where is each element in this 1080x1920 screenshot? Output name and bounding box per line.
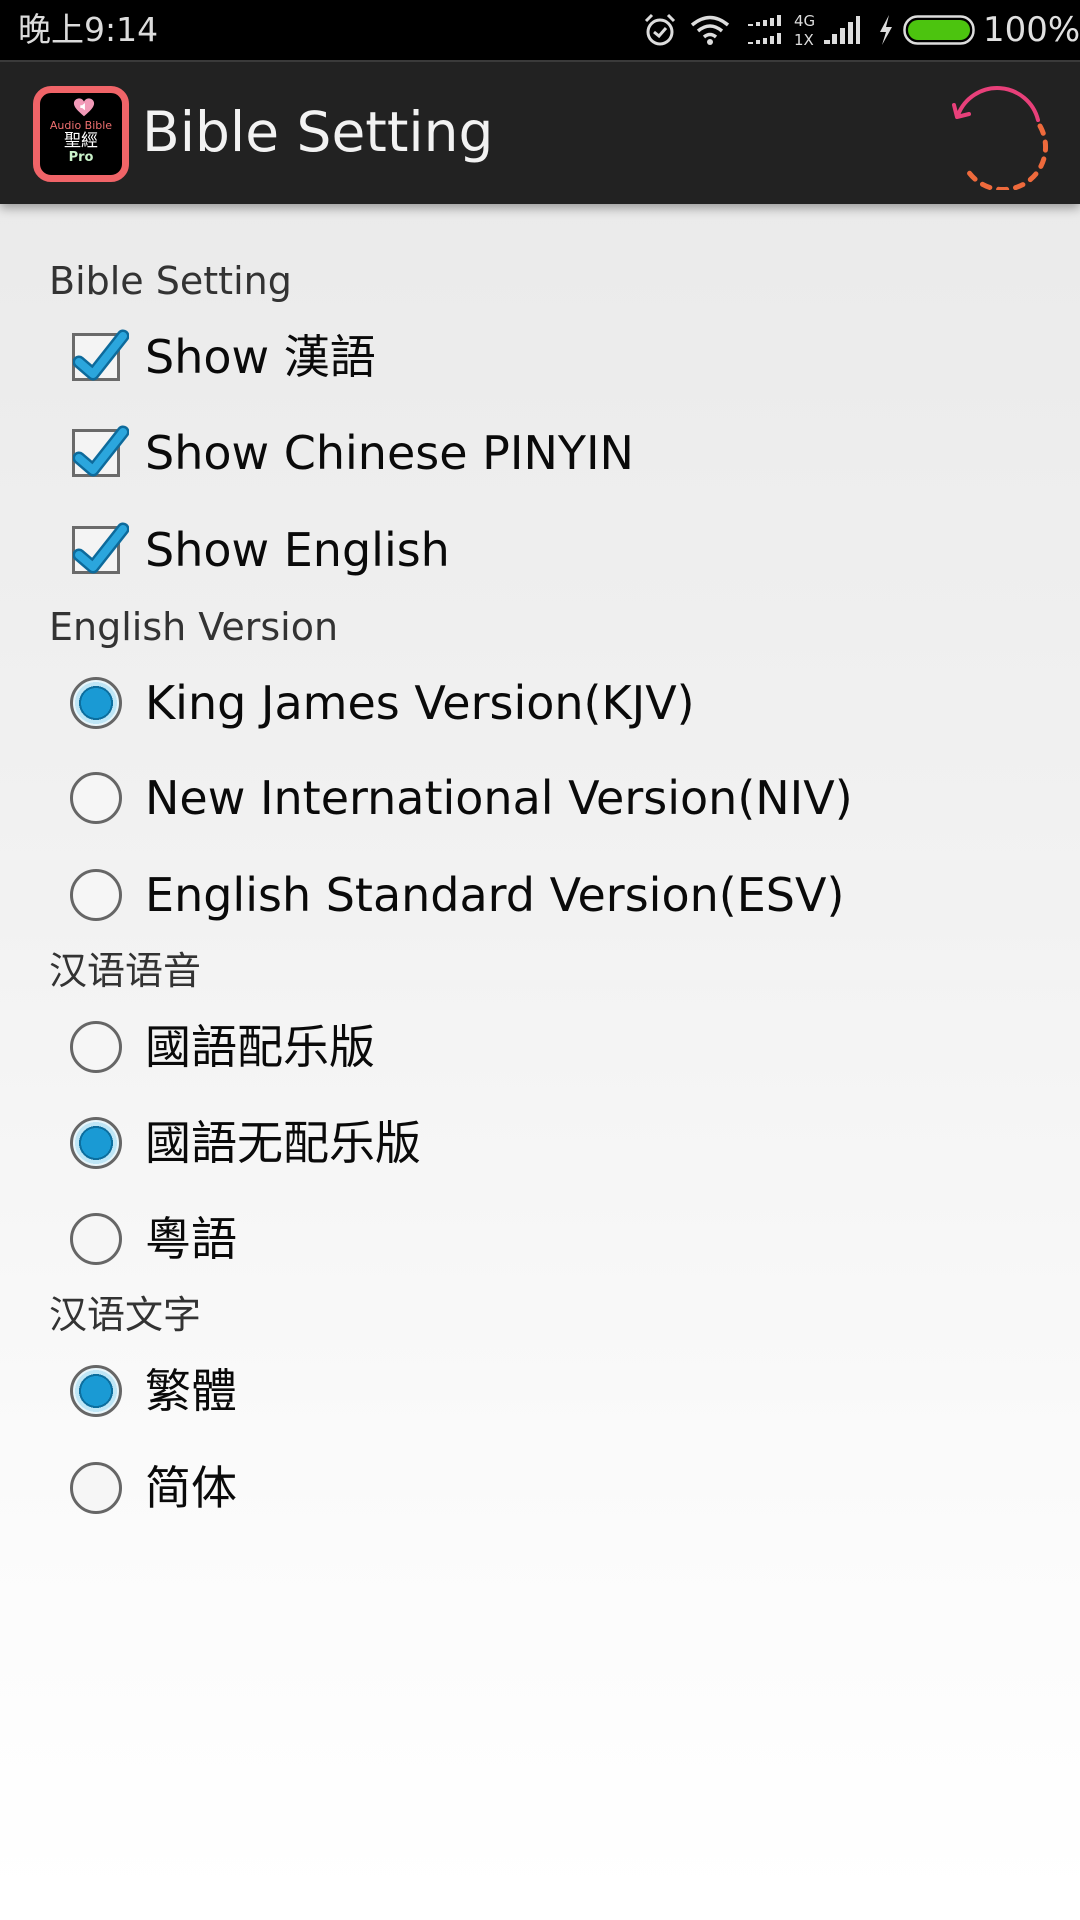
network-type-bottom: 1X bbox=[794, 31, 814, 49]
radio-button-selected[interactable] bbox=[70, 1365, 122, 1417]
radio-kjv[interactable]: King James Version(KJV) bbox=[60, 663, 960, 743]
refresh-icon bbox=[952, 86, 1049, 192]
checkbox-show-pinyin[interactable]: Show Chinese PINYIN bbox=[60, 413, 960, 493]
radio-esv[interactable]: English Standard Version(ESV) bbox=[60, 855, 960, 935]
radio-label: King James Version(KJV) bbox=[145, 676, 695, 730]
app-icon-text-pro: Pro bbox=[68, 150, 94, 165]
radio-button-selected[interactable] bbox=[70, 677, 122, 729]
radio-label: 國語无配乐版 bbox=[145, 1116, 421, 1170]
radio-cantonese[interactable]: 粵語 bbox=[60, 1199, 960, 1279]
refresh-button[interactable] bbox=[940, 80, 1050, 192]
section-label-chinese-audio: 汉语语音 bbox=[49, 949, 202, 993]
status-time: 晚上9:14 bbox=[18, 10, 159, 49]
action-bar: Audio Bible 聖經 Pro Bible Setting bbox=[0, 60, 1080, 204]
checkbox-box[interactable] bbox=[72, 425, 129, 477]
alarm-icon bbox=[644, 13, 676, 46]
radio-simplified[interactable]: 简体 bbox=[60, 1448, 960, 1528]
radio-mandarin-no-music[interactable]: 國語无配乐版 bbox=[60, 1103, 960, 1183]
section-label-english-version: English Version bbox=[49, 605, 339, 649]
checkbox-label: Show English bbox=[145, 523, 450, 577]
page-title: Bible Setting bbox=[142, 100, 494, 164]
checkbox-box[interactable] bbox=[72, 522, 129, 574]
checkmark-icon bbox=[73, 329, 129, 381]
radio-button-selected[interactable] bbox=[70, 1117, 122, 1169]
radio-button[interactable] bbox=[70, 1021, 122, 1073]
radio-button[interactable] bbox=[70, 1213, 122, 1265]
network-type-top: 4G bbox=[794, 12, 816, 30]
radio-label: 简体 bbox=[145, 1461, 237, 1515]
radio-label: New International Version(NIV) bbox=[145, 771, 853, 825]
app-icon[interactable]: Audio Bible 聖經 Pro bbox=[33, 86, 129, 182]
dual-signal-icon bbox=[748, 15, 781, 44]
checkbox-box[interactable] bbox=[72, 329, 129, 381]
radio-mandarin-music[interactable]: 國語配乐版 bbox=[60, 1007, 960, 1087]
checkbox-label: Show Chinese PINYIN bbox=[145, 426, 634, 480]
battery-icon bbox=[903, 15, 975, 45]
radio-label: 繁體 bbox=[145, 1364, 237, 1418]
app-icon-text-chinese: 聖經 bbox=[64, 131, 98, 151]
radio-label: 國語配乐版 bbox=[145, 1020, 375, 1074]
wifi-icon bbox=[690, 15, 730, 45]
radio-label: English Standard Version(ESV) bbox=[145, 868, 845, 922]
radio-button[interactable] bbox=[70, 1462, 122, 1514]
signal-icon bbox=[824, 16, 860, 44]
checkbox-label: Show 漢語 bbox=[145, 330, 376, 384]
checkbox-show-hanyu[interactable]: Show 漢語 bbox=[60, 317, 960, 397]
section-label-bible-setting: Bible Setting bbox=[49, 259, 292, 303]
radio-niv[interactable]: New International Version(NIV) bbox=[60, 758, 960, 838]
charging-icon bbox=[880, 15, 892, 45]
checkmark-icon bbox=[73, 522, 129, 574]
radio-button[interactable] bbox=[70, 772, 122, 824]
status-bar: 晚上9:14 4G 1X 100% bbox=[0, 0, 1080, 60]
checkbox-show-english[interactable]: Show English bbox=[60, 510, 960, 590]
battery-percent: 100% bbox=[983, 10, 1080, 50]
radio-button[interactable] bbox=[70, 869, 122, 921]
section-label-chinese-script: 汉语文字 bbox=[49, 1293, 202, 1337]
heart-speaker-icon bbox=[73, 98, 95, 117]
radio-label: 粵語 bbox=[145, 1212, 237, 1266]
radio-traditional[interactable]: 繁體 bbox=[60, 1351, 960, 1431]
checkmark-icon bbox=[73, 425, 129, 477]
